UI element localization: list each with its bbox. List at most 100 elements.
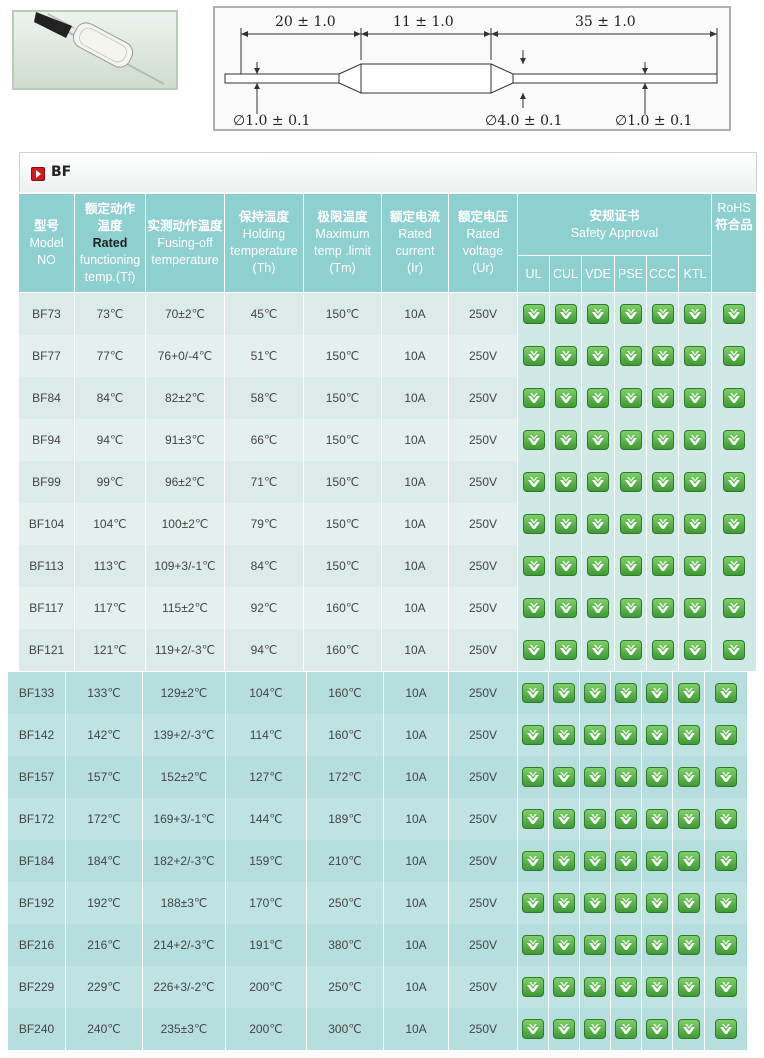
cell-holding-temp: 92℃ xyxy=(225,587,304,629)
cell-rohs xyxy=(705,1008,748,1050)
check-badge-icon xyxy=(587,514,609,534)
check-badge-icon xyxy=(553,935,575,955)
check-badge-icon xyxy=(522,556,545,576)
section-header: BF xyxy=(19,152,757,192)
table-row: BF240 240℃ 235±3℃ 200℃ 300℃ 10A 250V xyxy=(8,1008,748,1050)
cell-model: BF157 xyxy=(8,756,66,798)
check-badge-icon xyxy=(522,809,544,829)
check-badge-icon xyxy=(651,556,674,576)
cell-rated-temp: 192℃ xyxy=(66,882,143,924)
check-badge-icon xyxy=(584,1019,606,1039)
check-badge-icon xyxy=(522,598,545,618)
check-badge-icon xyxy=(677,725,700,745)
cell-pse xyxy=(611,714,642,756)
cell-vde xyxy=(582,419,615,461)
cell-rated-temp: 99℃ xyxy=(75,461,146,503)
check-badge-icon xyxy=(619,472,642,492)
cell-fusing-temp: 100±2℃ xyxy=(146,503,225,545)
cell-rohs xyxy=(705,672,748,714)
cell-rated-current: 10A xyxy=(382,587,449,629)
check-badge-icon xyxy=(715,683,737,703)
cell-cul xyxy=(550,377,582,419)
cell-vde xyxy=(580,756,611,798)
cell-rated-current: 10A xyxy=(382,377,449,419)
cell-vde xyxy=(580,924,611,966)
cell-ktl xyxy=(679,503,712,545)
cell-rated-temp: 142℃ xyxy=(66,714,143,756)
cell-ktl xyxy=(679,419,712,461)
check-badge-icon xyxy=(715,1019,737,1039)
check-badge-icon xyxy=(677,683,700,703)
cell-cul xyxy=(549,1008,580,1050)
cell-model: BF113 xyxy=(19,545,75,587)
cell-pse xyxy=(615,335,647,377)
cell-pse xyxy=(611,924,642,966)
check-badge-icon xyxy=(554,514,577,534)
cell-rohs xyxy=(712,629,757,671)
check-badge-icon xyxy=(646,809,668,829)
cell-ccc xyxy=(642,882,673,924)
cell-fusing-temp: 214+2/-3℃ xyxy=(143,924,226,966)
cell-max-temp: 250℃ xyxy=(307,882,384,924)
cell-fusing-temp: 152±2℃ xyxy=(143,756,226,798)
cell-model: BF240 xyxy=(8,1008,66,1050)
cell-ktl xyxy=(679,377,712,419)
cell-ktl xyxy=(673,798,705,840)
cell-ktl xyxy=(673,756,705,798)
cell-pse xyxy=(615,419,647,461)
cell-fusing-temp: 129±2℃ xyxy=(143,672,226,714)
check-badge-icon xyxy=(715,851,737,871)
cell-ul xyxy=(518,377,550,419)
cell-ktl xyxy=(673,924,705,966)
cell-rated-current: 10A xyxy=(384,924,449,966)
cell-rated-current: 10A xyxy=(384,882,449,924)
cell-holding-temp: 200℃ xyxy=(226,966,307,1008)
cell-rated-current: 10A xyxy=(384,966,449,1008)
cell-model: BF94 xyxy=(19,419,75,461)
cell-rohs xyxy=(712,545,757,587)
cell-vde xyxy=(580,882,611,924)
cell-ktl xyxy=(679,293,712,335)
table-row: BF192 192℃ 188±3℃ 170℃ 250℃ 10A 250V xyxy=(8,882,748,924)
cell-model: BF117 xyxy=(19,587,75,629)
check-badge-icon xyxy=(554,388,577,408)
cell-vde xyxy=(580,840,611,882)
cell-model: BF229 xyxy=(8,966,66,1008)
header-cert-cul: CUL xyxy=(550,255,582,292)
check-badge-icon xyxy=(715,809,737,829)
check-badge-icon xyxy=(522,935,544,955)
cell-max-temp: 160℃ xyxy=(304,587,382,629)
cell-rated-current: 10A xyxy=(384,672,449,714)
check-badge-icon xyxy=(522,514,545,534)
check-badge-icon xyxy=(723,304,745,324)
check-badge-icon xyxy=(553,809,575,829)
check-badge-icon xyxy=(723,556,745,576)
cell-ul xyxy=(518,419,550,461)
cell-cul xyxy=(550,293,582,335)
cell-vde xyxy=(582,377,615,419)
cell-ccc xyxy=(642,1008,673,1050)
cell-ul xyxy=(518,629,550,671)
dimension-diagram: 20 ± 1.0 11 ± 1.0 35 ± 1.0 ∅1.0 ± 0.1 ∅4… xyxy=(213,6,731,131)
check-badge-icon xyxy=(615,893,637,913)
cell-pse xyxy=(611,1008,642,1050)
cell-ktl xyxy=(673,714,705,756)
check-badge-icon xyxy=(715,725,737,745)
cell-max-temp: 150℃ xyxy=(304,545,382,587)
check-badge-icon xyxy=(684,430,706,450)
cell-rohs xyxy=(705,966,748,1008)
cell-cul xyxy=(549,798,580,840)
check-badge-icon xyxy=(646,725,668,745)
cell-holding-temp: 94℃ xyxy=(225,629,304,671)
cell-max-temp: 160℃ xyxy=(307,714,384,756)
table-row: BF77 77℃ 76+0/-4℃ 51℃ 150℃ 10A 250V xyxy=(19,335,757,377)
cell-ccc xyxy=(647,335,679,377)
cell-rated-current: 10A xyxy=(382,545,449,587)
cell-vde xyxy=(582,545,615,587)
cell-cul xyxy=(550,545,582,587)
cell-fusing-temp: 96±2℃ xyxy=(146,461,225,503)
cell-vde xyxy=(582,587,615,629)
check-badge-icon xyxy=(554,346,577,366)
cell-max-temp: 300℃ xyxy=(307,1008,384,1050)
cell-rated-voltage: 250V xyxy=(449,672,518,714)
